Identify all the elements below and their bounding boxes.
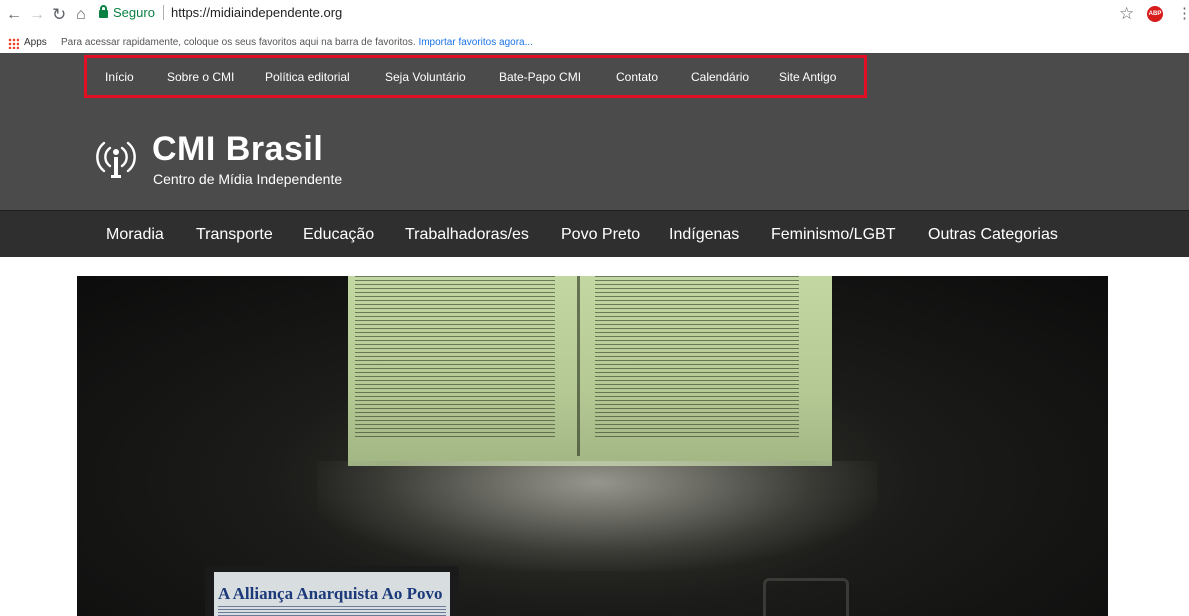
bookmarks-hint: Para acessar rapidamente, coloque os seu… [61,37,533,48]
home-icon[interactable]: ⌂ [76,6,86,24]
menu-icon[interactable]: ⋮ [1177,4,1189,22]
light-glow [317,461,877,571]
category-educacao[interactable]: Educação [303,226,374,244]
category-povo-preto[interactable]: Povo Preto [561,226,640,244]
projector-device [763,578,849,616]
apps-label[interactable]: Apps [24,37,47,48]
projected-page-left [355,276,555,440]
browser-chrome: ← → ↻ ⌂ Seguro https://midiaindependente… [0,0,1189,53]
laptop-text-lines [218,606,446,616]
top-nav-calendario[interactable]: Calendário [691,70,749,84]
laptop-screen: A Alliança Anarquista Ao Povo [214,572,450,616]
category-trabalhadoras[interactable]: Trabalhadoras/es [405,226,529,244]
back-icon[interactable]: ← [6,6,22,24]
top-nav-politica-editorial[interactable]: Política editorial [265,70,350,84]
url-separator [163,5,164,20]
category-transporte[interactable]: Transporte [196,226,273,244]
address-bar-row: ← → ↻ ⌂ Seguro https://midiaindependente… [0,0,1189,34]
hero-image[interactable]: A Alliança Anarquista Ao Povo [77,276,1108,616]
projected-page-fold [577,276,580,456]
top-nav-bate-papo[interactable]: Bate-Papo CMI [499,70,581,84]
url-field[interactable]: https://midiaindependente.org [171,5,342,20]
site-header: Início Sobre o CMI Política editorial Se… [0,53,1189,210]
category-outras[interactable]: Outras Categorias [928,226,1058,244]
top-nav-contato[interactable]: Contato [616,70,658,84]
top-nav-seja-voluntario[interactable]: Seja Voluntário [385,70,466,84]
site-subtitle: Centro de Mídia Independente [153,171,343,187]
top-nav-site-antigo[interactable]: Site Antigo [779,70,836,84]
apps-icon[interactable] [8,38,19,49]
category-nav: Moradia Transporte Educação Trabalhadora… [0,210,1189,257]
top-nav-sobre[interactable]: Sobre o CMI [167,70,234,84]
secure-label[interactable]: Seguro [113,5,155,20]
laptop-headline: A Alliança Anarquista Ao Povo [218,584,443,603]
site-title[interactable]: CMI Brasil [152,130,323,168]
laptop: A Alliança Anarquista Ao Povo [205,566,459,616]
top-nav-inicio[interactable]: Início [105,70,134,84]
top-nav: Início Sobre o CMI Política editorial Se… [84,55,867,98]
category-indigenas[interactable]: Indígenas [669,226,739,244]
reload-icon[interactable]: ↻ [52,6,66,24]
broadcast-icon[interactable] [90,137,142,181]
star-icon[interactable]: ☆ [1119,4,1134,24]
forward-icon[interactable]: → [29,6,45,24]
projected-page-right [595,276,799,440]
bookmarks-bar: Apps Para acessar rapidamente, coloque o… [0,34,1189,53]
category-moradia[interactable]: Moradia [106,226,164,244]
adblock-extension-icon[interactable]: ABP [1147,6,1163,22]
import-bookmarks-link[interactable]: Importar favoritos agora... [418,37,533,48]
category-feminismo-lgbt[interactable]: Feminismo/LGBT [771,226,895,244]
bookmarks-hint-text: Para acessar rapidamente, coloque os seu… [61,37,416,48]
lock-icon[interactable] [99,5,108,18]
